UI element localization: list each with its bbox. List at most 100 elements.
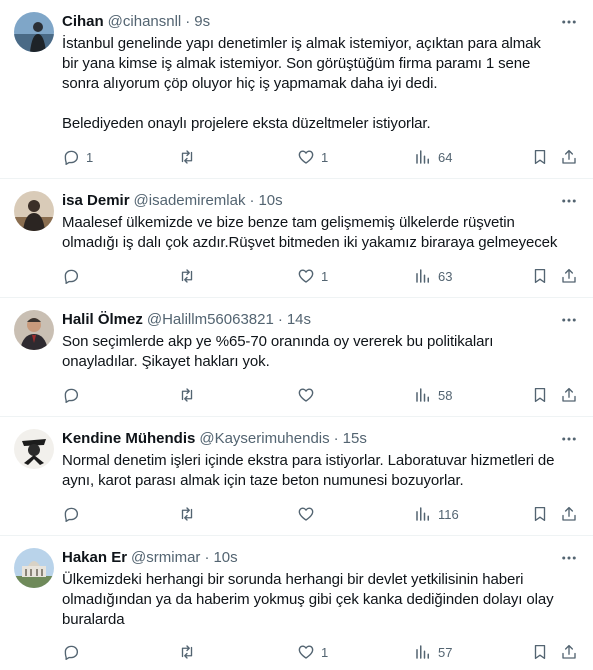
retweet-button[interactable] xyxy=(178,385,202,405)
heart-icon xyxy=(298,150,314,164)
timestamp[interactable]: 15s xyxy=(343,429,367,449)
retweet-button[interactable] xyxy=(178,642,202,662)
timestamp[interactable]: 10s xyxy=(213,548,237,568)
share-icon xyxy=(562,506,576,521)
share-button[interactable] xyxy=(560,266,578,286)
tweet[interactable]: Halil Ölmez @Halillm56063821 · 14s Son s… xyxy=(0,298,593,417)
views-chart-icon xyxy=(416,507,429,521)
views-button[interactable]: 116 xyxy=(414,504,459,524)
timestamp[interactable]: 9s xyxy=(194,12,210,32)
share-button[interactable] xyxy=(560,147,578,167)
more-dots-icon[interactable] xyxy=(559,429,579,449)
bookmark-icon xyxy=(534,387,546,403)
views-chart-icon xyxy=(416,150,429,164)
views-chart-icon xyxy=(416,269,429,283)
tweet-text: Maalesef ülkemizde ve bize benze tam gel… xyxy=(62,214,558,251)
tweet[interactable]: Kendine Mühendis @Kayserimuhendis · 15s … xyxy=(0,417,593,536)
retweet-button[interactable] xyxy=(178,266,202,286)
action-bar: 58 xyxy=(62,385,579,405)
like-button[interactable]: 1 xyxy=(297,147,328,167)
avatar[interactable] xyxy=(14,429,54,469)
views-button[interactable]: 57 xyxy=(414,642,452,662)
bookmark-button[interactable] xyxy=(531,642,549,662)
author-handle[interactable]: @isademiremlak xyxy=(134,191,246,211)
bookmark-icon xyxy=(534,506,546,522)
views-chart-icon xyxy=(416,645,429,659)
like-button[interactable] xyxy=(297,385,321,405)
reply-count: 1 xyxy=(86,149,94,165)
author-name[interactable]: isa Demir xyxy=(62,191,130,211)
tweet-text: İstanbul genelinde yapı denetimler iş al… xyxy=(62,35,541,132)
share-icon xyxy=(562,387,576,402)
views-chart-icon xyxy=(416,388,429,402)
more-dots-icon[interactable] xyxy=(559,548,579,568)
heart-icon xyxy=(298,645,314,659)
retweet-button[interactable] xyxy=(178,504,202,524)
views-button[interactable]: 64 xyxy=(414,147,452,167)
heart-icon xyxy=(298,388,314,402)
like-count: 1 xyxy=(321,149,329,165)
tweet-feed: Cihan @cihansnll · 9s İstanbul genelinde… xyxy=(0,0,593,670)
views-count: 57 xyxy=(438,644,453,660)
author-name[interactable]: Hakan Er xyxy=(62,548,127,568)
like-button[interactable]: 1 xyxy=(297,642,328,662)
like-count: 1 xyxy=(321,644,329,660)
author-handle[interactable]: @srmimar xyxy=(131,548,200,568)
more-dots-icon[interactable] xyxy=(559,191,579,211)
share-icon xyxy=(562,644,576,659)
reply-bubble-icon xyxy=(64,269,79,285)
tweet-text: Normal denetim işleri içinde ekstra para… xyxy=(62,452,555,489)
bookmark-button[interactable] xyxy=(531,385,549,405)
separator-dot: · xyxy=(333,430,339,447)
timestamp[interactable]: 14s xyxy=(287,310,311,330)
reply-button[interactable]: 1 xyxy=(62,147,93,167)
author-handle[interactable]: @Kayserimuhendis xyxy=(199,429,329,449)
author-name[interactable]: Kendine Mühendis xyxy=(62,429,195,449)
retweet-icon xyxy=(181,388,193,402)
views-count: 63 xyxy=(438,268,453,284)
action-bar: 1 63 xyxy=(62,266,579,286)
like-button[interactable] xyxy=(297,504,321,524)
avatar[interactable] xyxy=(14,12,54,52)
action-bar: 1 1 64 xyxy=(62,147,579,167)
avatar[interactable] xyxy=(14,548,54,588)
more-dots-icon[interactable] xyxy=(559,12,579,32)
share-button[interactable] xyxy=(560,504,578,524)
reply-button[interactable] xyxy=(62,504,86,524)
avatar[interactable] xyxy=(14,310,54,350)
more-dots-icon[interactable] xyxy=(559,310,579,330)
reply-bubble-icon xyxy=(64,645,79,661)
like-button[interactable]: 1 xyxy=(297,266,328,286)
retweet-icon xyxy=(181,507,193,521)
author-name[interactable]: Halil Ölmez xyxy=(62,310,143,330)
heart-icon xyxy=(298,507,314,521)
tweet[interactable]: Hakan Er @srmimar · 10s Ülkemizdeki herh… xyxy=(0,536,593,670)
share-button[interactable] xyxy=(560,642,578,662)
timestamp[interactable]: 10s xyxy=(258,191,282,211)
tweet[interactable]: isa Demir @isademiremlak · 10s Maalesef … xyxy=(0,179,593,298)
retweet-icon xyxy=(181,645,193,659)
tweet-text: Son seçimlerde akp ye %65-70 oranında oy… xyxy=(62,333,494,370)
reply-bubble-icon xyxy=(64,150,79,166)
reply-button[interactable] xyxy=(62,266,86,286)
author-handle[interactable]: @cihansnll xyxy=(108,12,182,32)
like-count: 1 xyxy=(321,268,329,284)
bookmark-button[interactable] xyxy=(531,504,549,524)
retweet-button[interactable] xyxy=(178,147,202,167)
author-name[interactable]: Cihan xyxy=(62,12,104,32)
bookmark-button[interactable] xyxy=(531,147,549,167)
views-button[interactable]: 63 xyxy=(414,266,452,286)
share-button[interactable] xyxy=(560,385,578,405)
reply-button[interactable] xyxy=(62,385,86,405)
separator-dot: · xyxy=(277,311,283,328)
reply-button[interactable] xyxy=(62,642,86,662)
separator-dot: · xyxy=(249,192,255,209)
bookmark-icon xyxy=(534,149,546,165)
action-bar: 1 57 xyxy=(62,642,579,662)
views-button[interactable]: 58 xyxy=(414,385,452,405)
tweet[interactable]: Cihan @cihansnll · 9s İstanbul genelinde… xyxy=(0,0,593,179)
reply-bubble-icon xyxy=(64,388,79,404)
avatar[interactable] xyxy=(14,191,54,231)
bookmark-button[interactable] xyxy=(531,266,549,286)
author-handle[interactable]: @Halillm56063821 xyxy=(147,310,274,330)
